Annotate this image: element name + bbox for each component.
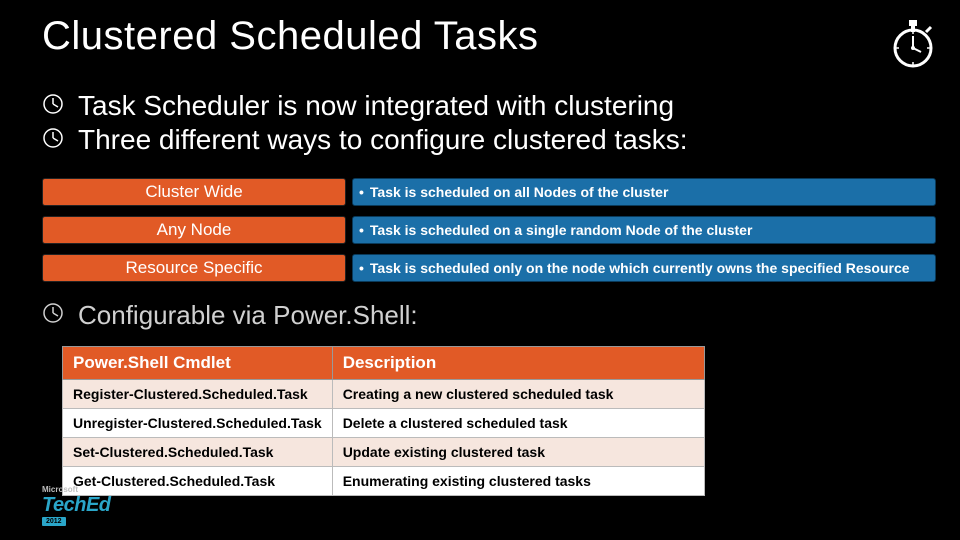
cell-desc: Update existing clustered task bbox=[332, 438, 704, 467]
logo-vendor: Microsoft bbox=[42, 486, 111, 494]
mode-label: Cluster Wide bbox=[42, 178, 346, 206]
section-powershell: Configurable via Power.Shell: bbox=[42, 300, 936, 341]
teched-logo: Microsoft TechEd 2012 bbox=[42, 486, 111, 526]
mode-desc: •Task is scheduled only on the node whic… bbox=[352, 254, 936, 282]
mode-label: Resource Specific bbox=[42, 254, 346, 282]
cell-cmd: Set-Clustered.Scheduled.Task bbox=[63, 438, 333, 467]
th-cmdlet: Power.Shell Cmdlet bbox=[63, 347, 333, 380]
cell-desc: Enumerating existing clustered tasks bbox=[332, 467, 704, 496]
page-title: Clustered Scheduled Tasks bbox=[42, 14, 538, 59]
clock-icon bbox=[42, 127, 64, 154]
cell-cmd: Unregister-Clustered.Scheduled.Task bbox=[63, 409, 333, 438]
mode-label: Any Node bbox=[42, 216, 346, 244]
mode-desc: •Task is scheduled on a single random No… bbox=[352, 216, 936, 244]
th-description: Description bbox=[332, 347, 704, 380]
config-modes: Cluster Wide •Task is scheduled on all N… bbox=[42, 178, 936, 292]
stopwatch-icon bbox=[890, 18, 936, 75]
bullet-block: Task Scheduler is now integrated with cl… bbox=[42, 90, 936, 158]
section-title: Configurable via Power.Shell: bbox=[78, 300, 418, 331]
cell-desc: Delete a clustered scheduled task bbox=[332, 409, 704, 438]
clock-icon bbox=[42, 93, 64, 120]
table-row: Get-Clustered.Scheduled.Task Enumerating… bbox=[63, 467, 705, 496]
bullet-text: Task Scheduler is now integrated with cl… bbox=[78, 90, 674, 122]
mode-desc-text: Task is scheduled on a single random Nod… bbox=[370, 222, 753, 238]
logo-year: 2012 bbox=[42, 517, 66, 526]
logo-brand: TechEd bbox=[42, 494, 111, 516]
mode-desc: •Task is scheduled on all Nodes of the c… bbox=[352, 178, 936, 206]
cell-cmd: Register-Clustered.Scheduled.Task bbox=[63, 380, 333, 409]
table-row: Unregister-Clustered.Scheduled.Task Dele… bbox=[63, 409, 705, 438]
bullet-2: Three different ways to configure cluste… bbox=[42, 124, 936, 156]
cmdlet-table: Power.Shell Cmdlet Description Register-… bbox=[62, 346, 705, 496]
mode-resource-specific: Resource Specific •Task is scheduled onl… bbox=[42, 254, 936, 282]
bullet-1: Task Scheduler is now integrated with cl… bbox=[42, 90, 936, 122]
bullet-text: Three different ways to configure cluste… bbox=[78, 124, 688, 156]
table-row: Register-Clustered.Scheduled.Task Creati… bbox=[63, 380, 705, 409]
cell-desc: Creating a new clustered scheduled task bbox=[332, 380, 704, 409]
mode-any-node: Any Node •Task is scheduled on a single … bbox=[42, 216, 936, 244]
mode-desc-text: Task is scheduled only on the node which… bbox=[370, 260, 910, 276]
table-header-row: Power.Shell Cmdlet Description bbox=[63, 347, 705, 380]
clock-icon bbox=[42, 302, 64, 329]
table-row: Set-Clustered.Scheduled.Task Update exis… bbox=[63, 438, 705, 467]
mode-cluster-wide: Cluster Wide •Task is scheduled on all N… bbox=[42, 178, 936, 206]
mode-desc-text: Task is scheduled on all Nodes of the cl… bbox=[370, 184, 668, 200]
